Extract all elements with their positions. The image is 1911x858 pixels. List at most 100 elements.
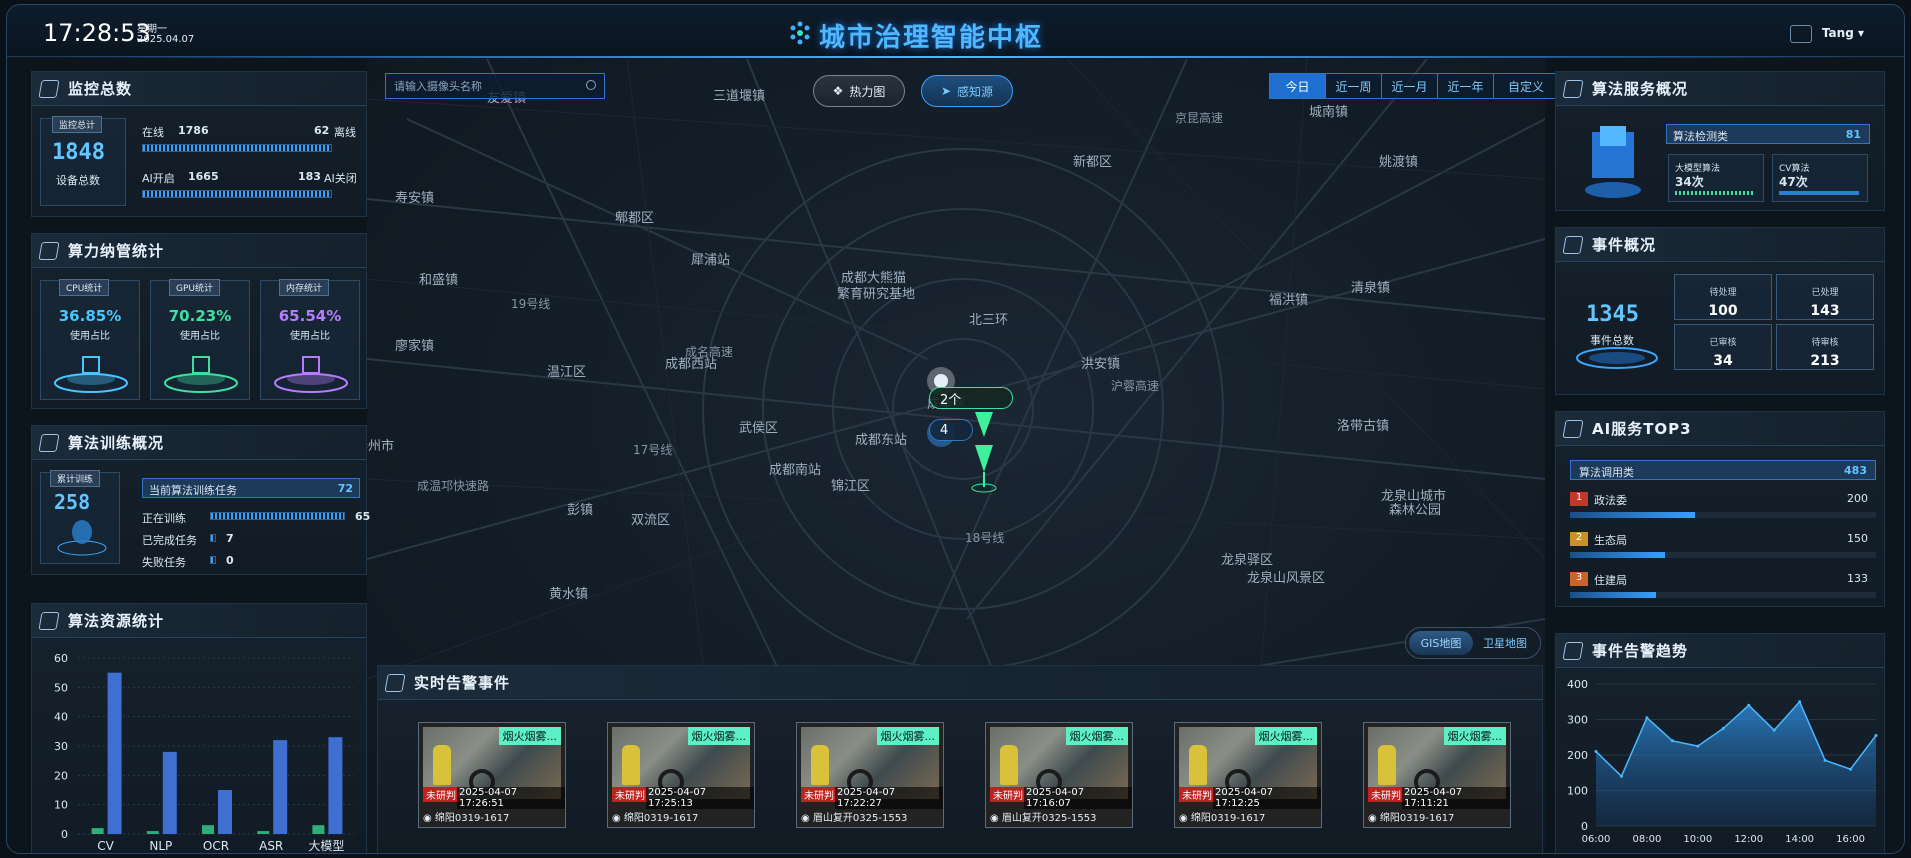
map-place-label: 龙泉山风景区 <box>1247 571 1326 586</box>
compute-usage-value: 65.54% <box>278 307 342 325</box>
map-place-label: 沪蓉高速 <box>1111 379 1160 393</box>
alert-timestamp: 2025-04-07 17:12:25 <box>1213 787 1321 809</box>
heatmap-button[interactable]: ❖ 热力图 <box>813 75 905 107</box>
panel-header: 监控总数 <box>32 72 366 106</box>
tab-today[interactable]: 今日 <box>1270 74 1326 98</box>
training-row-label: 已完成任务 <box>142 534 197 547</box>
bar-series-1 <box>146 831 159 834</box>
alert-location: ◉ 眉山复开0325-1553 <box>801 813 908 824</box>
top3-fill <box>1570 552 1665 558</box>
y-tick-label: 40 <box>54 711 68 724</box>
tab-custom[interactable]: 自定义 <box>1494 74 1558 98</box>
panel-header: 算法服务概况 <box>1556 72 1884 106</box>
map-place-label: 温江区 <box>547 365 587 380</box>
alert-thumbnail[interactable]: 烟火烟雾... 未研判 2025-04-07 17:12:25 ◉ 绵阳0319… <box>1174 722 1322 828</box>
trend-point <box>1645 716 1649 720</box>
person-figure <box>622 745 640 785</box>
online-label: 在线 <box>142 126 164 139</box>
bar-series-1 <box>202 825 214 834</box>
search-icon[interactable] <box>586 80 596 90</box>
panel-header: 实时告警事件 <box>378 666 1542 700</box>
map-place-label: 寿安镇 <box>395 191 435 206</box>
alert-timestamp: 2025-04-07 17:25:13 <box>646 787 754 809</box>
map-place-label: 姚渡镇 <box>1379 155 1419 170</box>
camera-search-input[interactable] <box>386 74 566 98</box>
training-row-label: 正在训练 <box>142 512 186 525</box>
monitor-tag: 监控总计 <box>52 116 103 133</box>
perception-source-button[interactable]: ➤ 感知源 <box>921 75 1013 107</box>
x-category-label: NLP <box>149 839 172 853</box>
tab-year[interactable]: 近一年 <box>1438 74 1494 98</box>
x-tick-label: 08:00 <box>1632 834 1661 845</box>
compute-card: CPU统计 36.85% 使用占比 <box>40 279 140 400</box>
map-place-label: 成都南站 <box>769 463 822 478</box>
event-stat-value: 143 <box>1810 303 1840 319</box>
alert-thumbnail[interactable]: 烟火烟雾... 未研判 2025-04-07 17:22:27 ◉ 眉山复开03… <box>796 722 944 828</box>
trend-point <box>1849 767 1853 771</box>
panel-title: 算法服务概况 <box>1592 80 1689 98</box>
alert-thumbnail[interactable]: 烟火烟雾... 未研判 2025-04-07 17:26:51 ◉ 绵阳0319… <box>418 722 566 828</box>
offline-count: 62 <box>314 124 330 137</box>
gis-map-option[interactable]: GIS地图 <box>1409 631 1473 655</box>
panel-title: 算法训练概况 <box>68 434 165 452</box>
panel-title: 实时告警事件 <box>414 674 511 692</box>
x-category-label: 大模型 <box>308 839 344 853</box>
bar-series-2 <box>328 737 343 834</box>
panel-icon <box>38 611 60 630</box>
x-category-label: CV <box>97 839 114 853</box>
tab-month[interactable]: 近一月 <box>1382 74 1438 98</box>
alert-thumbnail[interactable]: 烟火烟雾... 未研判 2025-04-07 17:16:07 ◉ 眉山复开03… <box>985 722 1133 828</box>
training-tag: 累计训练 <box>50 470 101 487</box>
satellite-map-option[interactable]: 卫星地图 <box>1473 631 1537 655</box>
alarm-icon <box>384 673 406 692</box>
trend-point <box>1594 749 1598 753</box>
cv-value: 47次 <box>1779 175 1808 189</box>
event-stat-label: 待处理 <box>1709 288 1737 298</box>
trend-panel: 事件告警趋势 0 100 200 300 400 06:00 08:00 10:00 12:00… <box>1555 633 1885 853</box>
algo-detect-label: 算法检测类 <box>1673 130 1728 143</box>
user-menu[interactable]: Tang ▾ <box>1822 26 1864 40</box>
top3-header-label: 算法调用类 <box>1579 466 1634 479</box>
time-range-tabs: 今日 近一周 近一月 近一年 自定义 <box>1269 73 1559 99</box>
marker-cluster-badge-2[interactable]: 4 <box>929 419 973 441</box>
alert-type-tag: 烟火烟雾... <box>1065 727 1128 745</box>
alert-thumbnail[interactable]: 烟火烟雾... 未研判 2025-04-07 17:11:21 ◉ 绵阳0319… <box>1363 722 1511 828</box>
alert-status-badge: 未研判 <box>1179 787 1215 802</box>
x-tick-label: 14:00 <box>1785 834 1814 845</box>
compute-tag: GPU统计 <box>169 279 220 296</box>
y-tick-label: 0 <box>1581 820 1588 833</box>
x-tick-label: 06:00 <box>1582 834 1611 845</box>
x-category-label: ASR <box>259 839 283 853</box>
map-place-label: 郫都区 <box>615 211 655 226</box>
alert-timestamp: 2025-04-07 17:26:51 <box>457 787 565 809</box>
online-count: 1786 <box>178 124 209 137</box>
clock-time: 17:28:53 <box>43 19 151 47</box>
top3-value: 150 <box>1847 532 1868 545</box>
alert-status-badge: 未研判 <box>612 787 648 802</box>
alert-location-text: 绵阳0319-1617 <box>434 813 510 824</box>
person-figure <box>811 745 829 785</box>
offline-label: 离线 <box>334 126 356 139</box>
training-row-value: 65 <box>355 510 371 523</box>
training-row-bar <box>210 556 216 564</box>
map-place-label: 洪安镇 <box>1081 357 1121 372</box>
alert-thumbnail[interactable]: 烟火烟雾... 未研判 2025-04-07 17:25:13 ◉ 绵阳0319… <box>607 722 755 828</box>
y-tick-label: 0 <box>61 828 68 841</box>
y-tick-label: 60 <box>54 652 68 665</box>
page-title: 城市治理智能中枢 <box>819 23 1044 53</box>
monitor-panel: 监控总数 监控总计 1848 设备总数 在线 1786 62 离线 AI开启 1… <box>31 71 367 217</box>
alert-status-badge: 未研判 <box>801 787 837 802</box>
camera-search[interactable] <box>385 73 605 99</box>
panel-header: 算法资源统计 <box>32 604 366 638</box>
event-stat-cell: 待审核 213 <box>1776 324 1874 370</box>
person-figure <box>1189 745 1207 785</box>
compute-usage-value: 70.23% <box>168 307 232 325</box>
ai-bar <box>142 190 332 198</box>
message-icon[interactable] <box>1790 25 1812 43</box>
marker-cluster-badge[interactable]: 2个 <box>929 387 1013 409</box>
big-model-card: 大模型算法 34次 <box>1668 154 1764 202</box>
compute-panel: 算力纳管统计 CPU统计 36.85% 使用占比 GPU统计 70.23% 使用… <box>31 233 367 409</box>
map-place-label: 18号线 <box>965 531 1005 545</box>
event-stat-value: 100 <box>1708 303 1738 319</box>
tab-week[interactable]: 近一周 <box>1326 74 1382 98</box>
